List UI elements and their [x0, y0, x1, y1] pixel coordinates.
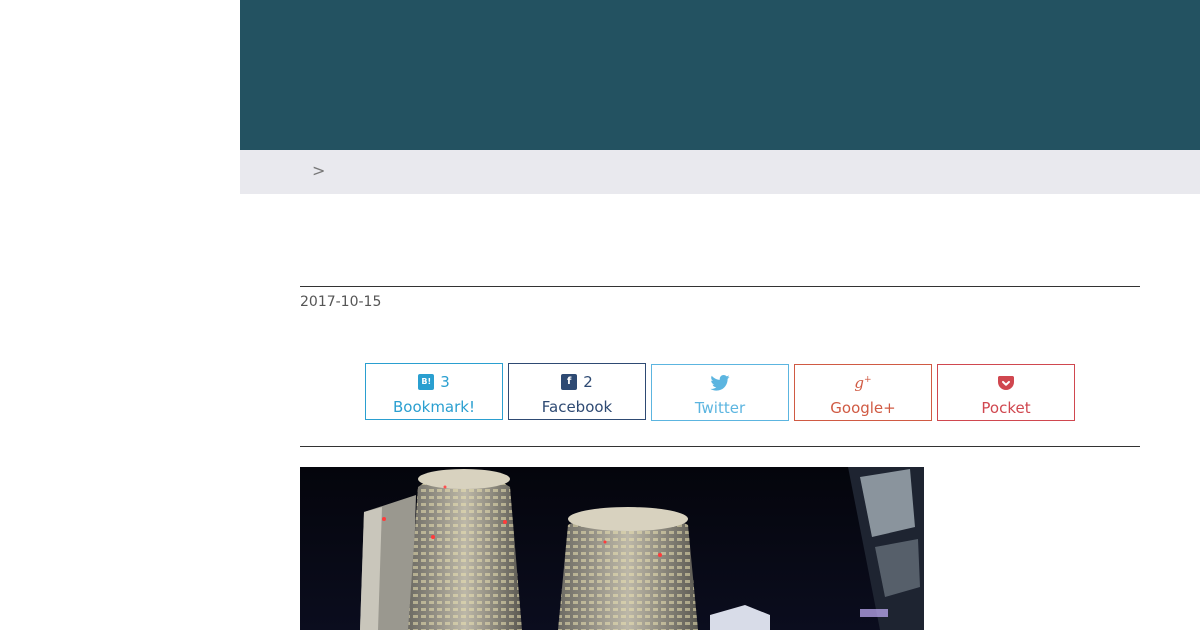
skyline-photo-illustration — [300, 467, 924, 630]
facebook-label: Facebook — [541, 398, 613, 416]
facebook-icon: f — [561, 374, 578, 390]
pocket-share-button[interactable]: Pocket — [937, 364, 1075, 421]
twitter-top-line — [652, 374, 788, 392]
hatena-count: 3 — [440, 373, 450, 391]
header-banner — [240, 0, 1200, 150]
gplus-label: Google+ — [830, 399, 896, 417]
google-plus-share-button[interactable]: g+ Google+ — [794, 364, 932, 421]
breadcrumb-separator: > — [312, 161, 326, 180]
divider-bottom — [300, 446, 1140, 447]
facebook-count: 2 — [583, 373, 593, 391]
post-date: 2017-10-15 — [300, 294, 382, 310]
hatena-top-line: B! 3 — [366, 373, 502, 391]
breadcrumb: > — [240, 150, 1200, 194]
pocket-label: Pocket — [981, 399, 1031, 417]
hatena-label: Bookmark! — [392, 398, 475, 416]
pocket-top-line — [938, 374, 1074, 392]
google-plus-icon: g+ — [854, 374, 872, 392]
hatena-bookmark-button[interactable]: B! 3 Bookmark! — [365, 363, 503, 420]
hatena-bookmark-icon: B! — [418, 374, 435, 390]
hero-photo — [300, 467, 924, 630]
pocket-icon — [998, 375, 1014, 390]
gplus-top-line: g+ — [795, 374, 931, 392]
facebook-share-button[interactable]: f 2 Facebook — [508, 363, 646, 420]
facebook-top-line: f 2 — [509, 373, 645, 391]
twitter-share-button[interactable]: Twitter — [651, 364, 789, 421]
twitter-bird-icon — [710, 375, 730, 391]
twitter-label: Twitter — [694, 399, 746, 417]
divider-top — [300, 286, 1140, 287]
left-blank-area — [0, 0, 240, 630]
